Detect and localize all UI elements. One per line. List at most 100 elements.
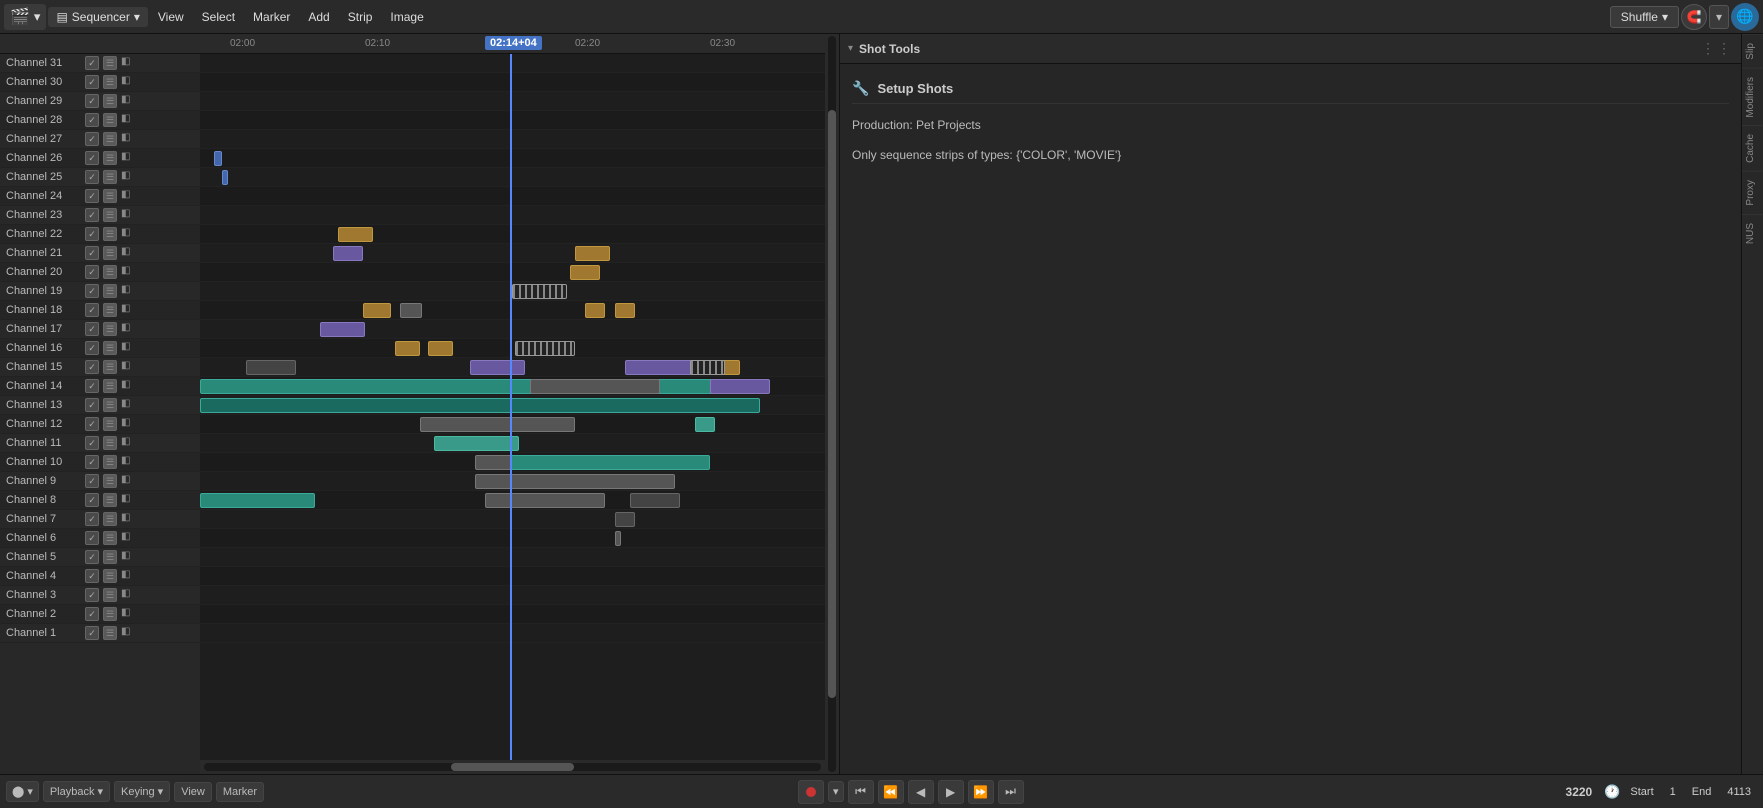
clip-ch18-2[interactable] <box>400 303 422 318</box>
channel-checkbox2[interactable]: ☰ <box>103 113 117 127</box>
channel-checkbox[interactable]: ✓ <box>85 626 99 640</box>
clip-ch16-1[interactable] <box>395 341 420 356</box>
channel-checkbox[interactable]: ✓ <box>85 322 99 336</box>
magnet-button[interactable]: 🧲 <box>1681 4 1707 30</box>
clip-ch14-3[interactable] <box>710 379 770 394</box>
track-row[interactable] <box>200 206 825 225</box>
channel-checkbox[interactable]: ✓ <box>85 56 99 70</box>
clip-ch16-striped[interactable] <box>515 341 575 356</box>
channel-checkbox2[interactable]: ☰ <box>103 246 117 260</box>
track-row[interactable] <box>200 130 825 149</box>
channel-checkbox[interactable]: ✓ <box>85 341 99 355</box>
clip-ch8-2[interactable] <box>485 493 605 508</box>
scrollbar-track[interactable] <box>204 763 821 771</box>
channel-checkbox[interactable]: ✓ <box>85 189 99 203</box>
track-row[interactable] <box>200 111 825 130</box>
channel-checkbox2[interactable]: ☰ <box>103 626 117 640</box>
channel-checkbox[interactable]: ✓ <box>85 436 99 450</box>
channel-checkbox2[interactable]: ☰ <box>103 512 117 526</box>
track-row[interactable] <box>200 149 825 168</box>
track-row[interactable] <box>200 586 825 605</box>
menu-image[interactable]: Image <box>382 6 431 28</box>
channel-checkbox[interactable]: ✓ <box>85 493 99 507</box>
channel-checkbox[interactable]: ✓ <box>85 379 99 393</box>
clip-ch7-1[interactable] <box>615 512 635 527</box>
channel-checkbox[interactable]: ✓ <box>85 455 99 469</box>
side-tab-slip[interactable]: Slip <box>1742 34 1763 68</box>
timeline-container[interactable]: 02:00 02:10 02:14+04 02:20 02:30 <box>200 34 825 774</box>
menu-select[interactable]: Select <box>194 6 243 28</box>
channel-checkbox[interactable]: ✓ <box>85 170 99 184</box>
extra-options-button[interactable]: ▾ <box>1709 5 1729 29</box>
horizontal-scrollbar[interactable] <box>200 760 825 774</box>
clip-ch21-1[interactable] <box>333 246 363 261</box>
channel-checkbox[interactable]: ✓ <box>85 265 99 279</box>
channel-checkbox2[interactable]: ☰ <box>103 56 117 70</box>
track-row[interactable] <box>200 263 825 282</box>
clip-ch14-2[interactable] <box>530 379 660 394</box>
channel-checkbox2[interactable]: ☰ <box>103 455 117 469</box>
editor-selector[interactable]: ▤ Sequencer ▾ <box>48 7 147 27</box>
channel-checkbox[interactable]: ✓ <box>85 360 99 374</box>
channel-checkbox2[interactable]: ☰ <box>103 569 117 583</box>
track-row[interactable] <box>200 624 825 643</box>
panel-collapse-icon[interactable]: ▾ <box>848 43 853 54</box>
clip-ch12-1[interactable] <box>420 417 575 432</box>
marker-button[interactable]: Marker <box>216 782 264 802</box>
channel-checkbox[interactable]: ✓ <box>85 417 99 431</box>
channel-checkbox2[interactable]: ☰ <box>103 322 117 336</box>
clip-ch22-1[interactable] <box>338 227 373 242</box>
channel-checkbox2[interactable]: ☰ <box>103 94 117 108</box>
online-status-button[interactable]: 🌐 <box>1731 3 1759 31</box>
channel-checkbox2[interactable]: ☰ <box>103 588 117 602</box>
step-back-button[interactable]: ◀ <box>908 780 934 804</box>
clip-ch15-2[interactable] <box>470 360 525 375</box>
channel-checkbox[interactable]: ✓ <box>85 227 99 241</box>
channel-checkbox2[interactable]: ☰ <box>103 151 117 165</box>
track-row[interactable] <box>200 320 825 339</box>
channel-checkbox[interactable]: ✓ <box>85 94 99 108</box>
clip-ch6-1[interactable] <box>615 531 621 546</box>
channel-checkbox2[interactable]: ☰ <box>103 607 117 621</box>
channel-checkbox[interactable]: ✓ <box>85 208 99 222</box>
jump-to-end-button[interactable]: ⏭ <box>998 780 1024 804</box>
side-tab-proxy[interactable]: Proxy <box>1742 171 1763 214</box>
clip-ch18-3[interactable] <box>585 303 605 318</box>
channel-checkbox2[interactable]: ☰ <box>103 227 117 241</box>
jump-to-start-button[interactable]: ⏮ <box>848 780 874 804</box>
channel-checkbox[interactable]: ✓ <box>85 531 99 545</box>
clip-ch12-2[interactable] <box>695 417 715 432</box>
play-button[interactable]: ▶ <box>938 780 964 804</box>
channel-checkbox2[interactable]: ☰ <box>103 75 117 89</box>
v-scrollbar-thumb[interactable] <box>828 110 836 699</box>
clip-ch15-striped[interactable] <box>690 360 725 375</box>
channel-checkbox2[interactable]: ☰ <box>103 474 117 488</box>
channel-checkbox2[interactable]: ☰ <box>103 284 117 298</box>
channel-checkbox2[interactable]: ☰ <box>103 170 117 184</box>
track-row[interactable] <box>200 244 825 263</box>
channel-checkbox2[interactable]: ☰ <box>103 265 117 279</box>
clip-ch11-1[interactable] <box>434 436 519 451</box>
clip-ch15-1[interactable] <box>246 360 296 375</box>
track-row[interactable] <box>200 225 825 244</box>
menu-add[interactable]: Add <box>300 6 337 28</box>
channel-checkbox[interactable]: ✓ <box>85 512 99 526</box>
track-row[interactable] <box>200 510 825 529</box>
channel-checkbox[interactable]: ✓ <box>85 398 99 412</box>
clip-ch21-2[interactable] <box>575 246 610 261</box>
editor-mode-icon[interactable]: ⬤ ▾ <box>6 781 39 802</box>
channel-checkbox2[interactable]: ☰ <box>103 417 117 431</box>
step-back-far-button[interactable]: ⏪ <box>878 780 904 804</box>
track-row[interactable] <box>200 92 825 111</box>
clip-ch17-1[interactable] <box>320 322 365 337</box>
channel-checkbox2[interactable]: ☰ <box>103 550 117 564</box>
v-scrollbar-track[interactable] <box>828 36 836 772</box>
clip-ch20-1[interactable] <box>570 265 600 280</box>
clip-ch10-2[interactable] <box>510 455 710 470</box>
channel-checkbox2[interactable]: ☰ <box>103 360 117 374</box>
clip-ch16-2[interactable] <box>428 341 453 356</box>
clip-ch9-1[interactable] <box>475 474 675 489</box>
channel-checkbox2[interactable]: ☰ <box>103 398 117 412</box>
channel-checkbox2[interactable]: ☰ <box>103 208 117 222</box>
track-row[interactable] <box>200 529 825 548</box>
